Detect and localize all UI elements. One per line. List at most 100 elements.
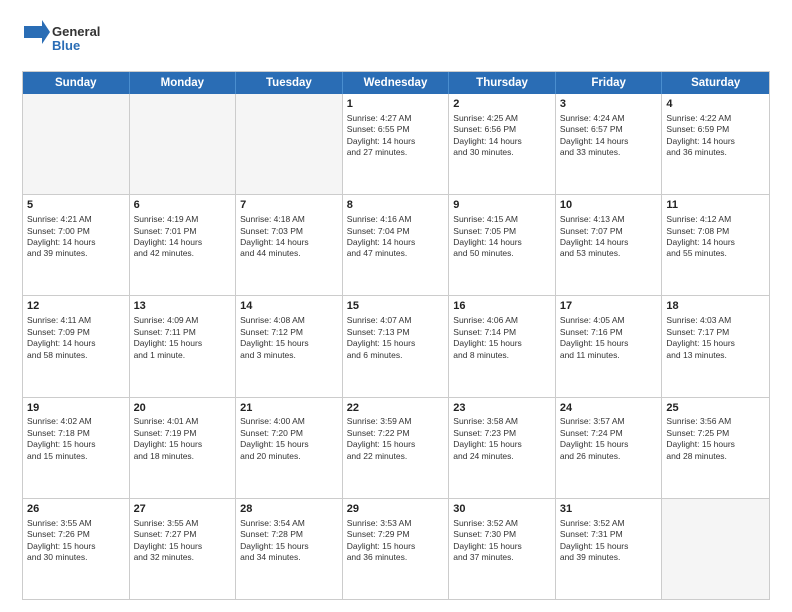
day-info: Sunrise: 3:52 AM (560, 518, 658, 529)
day-info: Daylight: 15 hours (27, 439, 125, 450)
day-info: Sunrise: 3:55 AM (27, 518, 125, 529)
day-info: Sunset: 7:18 PM (27, 428, 125, 439)
day-info: Sunrise: 4:07 AM (347, 315, 445, 326)
day-info: Sunrise: 3:52 AM (453, 518, 551, 529)
day-info: Sunrise: 4:12 AM (666, 214, 765, 225)
day-info: Daylight: 14 hours (666, 136, 765, 147)
day-info: Daylight: 15 hours (560, 338, 658, 349)
day-number: 21 (240, 401, 338, 416)
calendar-cell: 9Sunrise: 4:15 AMSunset: 7:05 PMDaylight… (449, 195, 556, 295)
day-number: 13 (134, 299, 232, 314)
calendar-cell: 16Sunrise: 4:06 AMSunset: 7:14 PMDayligh… (449, 296, 556, 396)
calendar-cell: 8Sunrise: 4:16 AMSunset: 7:04 PMDaylight… (343, 195, 450, 295)
day-info: Daylight: 15 hours (453, 541, 551, 552)
day-info: Sunrise: 4:03 AM (666, 315, 765, 326)
day-info: Daylight: 15 hours (560, 541, 658, 552)
calendar-cell: 6Sunrise: 4:19 AMSunset: 7:01 PMDaylight… (130, 195, 237, 295)
weekday-header: Wednesday (343, 72, 450, 94)
day-info: Daylight: 15 hours (347, 439, 445, 450)
calendar-cell: 31Sunrise: 3:52 AMSunset: 7:31 PMDayligh… (556, 499, 663, 599)
day-info: Daylight: 15 hours (240, 541, 338, 552)
day-info: Sunset: 7:20 PM (240, 428, 338, 439)
calendar-cell: 3Sunrise: 4:24 AMSunset: 6:57 PMDaylight… (556, 94, 663, 194)
calendar-cell: 24Sunrise: 3:57 AMSunset: 7:24 PMDayligh… (556, 398, 663, 498)
calendar-cell: 14Sunrise: 4:08 AMSunset: 7:12 PMDayligh… (236, 296, 343, 396)
day-info: and 18 minutes. (134, 451, 232, 462)
day-info: Daylight: 15 hours (134, 439, 232, 450)
day-info: and 42 minutes. (134, 248, 232, 259)
calendar-cell: 7Sunrise: 4:18 AMSunset: 7:03 PMDaylight… (236, 195, 343, 295)
day-info: Sunrise: 3:58 AM (453, 416, 551, 427)
day-number: 22 (347, 401, 445, 416)
day-number: 14 (240, 299, 338, 314)
calendar-cell: 17Sunrise: 4:05 AMSunset: 7:16 PMDayligh… (556, 296, 663, 396)
calendar-cell: 25Sunrise: 3:56 AMSunset: 7:25 PMDayligh… (662, 398, 769, 498)
calendar-row: 26Sunrise: 3:55 AMSunset: 7:26 PMDayligh… (23, 499, 769, 599)
day-number: 16 (453, 299, 551, 314)
day-number: 6 (134, 198, 232, 213)
day-info: and 1 minute. (134, 350, 232, 361)
day-info: Sunrise: 4:02 AM (27, 416, 125, 427)
day-info: Daylight: 15 hours (666, 439, 765, 450)
day-info: and 33 minutes. (560, 147, 658, 158)
day-info: Sunset: 7:28 PM (240, 529, 338, 540)
calendar-cell: 22Sunrise: 3:59 AMSunset: 7:22 PMDayligh… (343, 398, 450, 498)
day-info: Sunset: 7:07 PM (560, 226, 658, 237)
day-info: Sunrise: 3:59 AM (347, 416, 445, 427)
day-info: Sunset: 7:17 PM (666, 327, 765, 338)
day-info: and 55 minutes. (666, 248, 765, 259)
day-info: Daylight: 14 hours (453, 136, 551, 147)
day-info: Daylight: 15 hours (27, 541, 125, 552)
day-info: Sunrise: 4:06 AM (453, 315, 551, 326)
day-info: and 13 minutes. (666, 350, 765, 361)
day-info: Daylight: 15 hours (134, 541, 232, 552)
day-info: Sunrise: 4:22 AM (666, 113, 765, 124)
day-info: Daylight: 14 hours (347, 136, 445, 147)
calendar: SundayMondayTuesdayWednesdayThursdayFrid… (22, 71, 770, 600)
day-number: 29 (347, 502, 445, 517)
day-info: Sunset: 7:00 PM (27, 226, 125, 237)
day-info: and 36 minutes. (347, 552, 445, 563)
day-info: and 34 minutes. (240, 552, 338, 563)
day-number: 4 (666, 97, 765, 112)
day-number: 30 (453, 502, 551, 517)
day-info: and 53 minutes. (560, 248, 658, 259)
day-number: 19 (27, 401, 125, 416)
calendar-cell: 15Sunrise: 4:07 AMSunset: 7:13 PMDayligh… (343, 296, 450, 396)
day-info: and 26 minutes. (560, 451, 658, 462)
day-info: Sunrise: 3:55 AM (134, 518, 232, 529)
day-info: Sunset: 7:04 PM (347, 226, 445, 237)
calendar-body: 1Sunrise: 4:27 AMSunset: 6:55 PMDaylight… (23, 94, 769, 599)
weekday-header: Saturday (662, 72, 769, 94)
day-number: 10 (560, 198, 658, 213)
calendar-header: SundayMondayTuesdayWednesdayThursdayFrid… (23, 72, 769, 94)
day-info: Sunrise: 4:11 AM (27, 315, 125, 326)
day-info: and 47 minutes. (347, 248, 445, 259)
day-number: 11 (666, 198, 765, 213)
day-info: Sunrise: 4:00 AM (240, 416, 338, 427)
day-info: Daylight: 14 hours (240, 237, 338, 248)
day-number: 18 (666, 299, 765, 314)
day-info: Daylight: 14 hours (27, 237, 125, 248)
calendar-cell: 26Sunrise: 3:55 AMSunset: 7:26 PMDayligh… (23, 499, 130, 599)
day-info: Daylight: 14 hours (134, 237, 232, 248)
calendar-cell: 23Sunrise: 3:58 AMSunset: 7:23 PMDayligh… (449, 398, 556, 498)
day-info: Daylight: 15 hours (560, 439, 658, 450)
logo-svg: General Blue (22, 18, 112, 56)
calendar-cell: 20Sunrise: 4:01 AMSunset: 7:19 PMDayligh… (130, 398, 237, 498)
day-info: Sunset: 6:57 PM (560, 124, 658, 135)
day-info: Sunrise: 4:25 AM (453, 113, 551, 124)
day-info: and 30 minutes. (453, 147, 551, 158)
day-info: and 22 minutes. (347, 451, 445, 462)
day-number: 17 (560, 299, 658, 314)
day-info: Sunrise: 4:05 AM (560, 315, 658, 326)
calendar-cell: 2Sunrise: 4:25 AMSunset: 6:56 PMDaylight… (449, 94, 556, 194)
day-number: 5 (27, 198, 125, 213)
day-info: and 6 minutes. (347, 350, 445, 361)
day-info: Daylight: 14 hours (453, 237, 551, 248)
calendar-cell: 30Sunrise: 3:52 AMSunset: 7:30 PMDayligh… (449, 499, 556, 599)
day-info: and 3 minutes. (240, 350, 338, 361)
day-info: Sunset: 7:19 PM (134, 428, 232, 439)
calendar-cell: 18Sunrise: 4:03 AMSunset: 7:17 PMDayligh… (662, 296, 769, 396)
day-info: Sunset: 7:01 PM (134, 226, 232, 237)
